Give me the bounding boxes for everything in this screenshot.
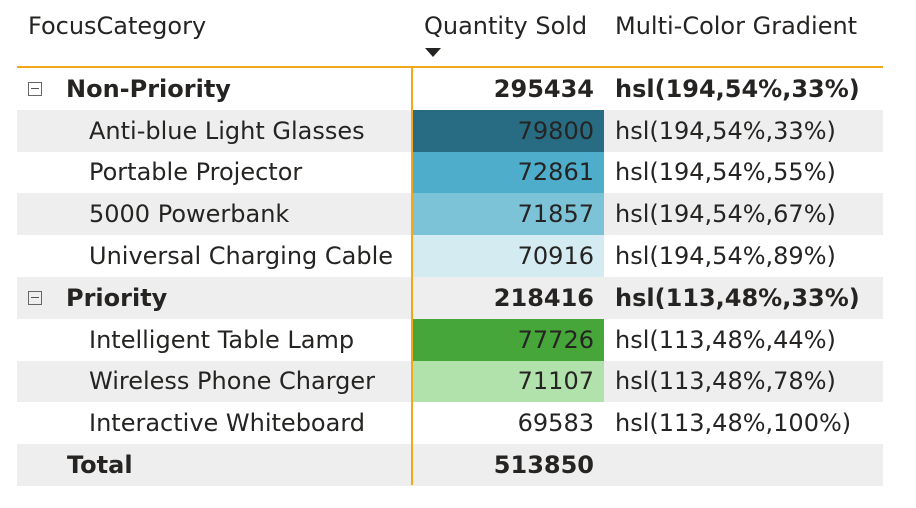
matrix-visual: FocusCategory Quantity Sold Multi-Color …: [17, 0, 883, 486]
gradient-cell: hsl(113,48%,44%): [615, 325, 836, 354]
quantity-cell: 71107: [413, 360, 604, 403]
table-row[interactable]: Wireless Phone Charger 71107 hsl(113,48%,7…: [17, 360, 883, 403]
category-label: Universal Charging Cable: [89, 242, 394, 271]
table-row[interactable]: Universal Charging Cable 70916 hsl(194,54%…: [17, 235, 883, 277]
gradient-cell: hsl(194,54%,33%): [615, 74, 860, 103]
gradient-cell: hsl(194,54%,55%): [615, 158, 836, 187]
table-row[interactable]: Anti-blue Light Glasses 79800 hsl(194,54%,…: [17, 109, 883, 152]
category-cell: Anti-blue Light Glasses: [17, 110, 411, 152]
category-cell: Interactive Whiteboard: [17, 402, 411, 444]
category-label: Wireless Phone Charger: [89, 367, 376, 396]
quantity-cell: 77726: [413, 318, 604, 361]
collapse-icon[interactable]: [28, 81, 42, 96]
total-row[interactable]: Total 513850: [17, 444, 883, 486]
sort-descending-icon[interactable]: [425, 48, 441, 57]
quantity-cell: 79800: [413, 109, 604, 152]
quantity-cell: 71857: [413, 193, 604, 236]
group-row[interactable]: Non-Priority 295434 hsl(194,54%,33%): [17, 68, 883, 110]
category-cell: Total: [17, 444, 411, 486]
category-label: Intelligent Table Lamp: [89, 325, 355, 354]
quantity-cell: 69583: [413, 402, 604, 445]
gradient-cell: hsl(194,54%,89%): [615, 242, 836, 271]
category-label: Non-Priority: [66, 74, 231, 103]
column-header-row: FocusCategory Quantity Sold Multi-Color …: [17, 0, 883, 68]
gradient-cell: hsl(113,48%,33%): [615, 283, 860, 312]
category-label: 5000 Powerbank: [89, 200, 290, 229]
group-row[interactable]: Priority 218416 hsl(113,48%,33%): [17, 276, 883, 319]
table-row[interactable]: Portable Projector 72861 hsl(194,54%,55%): [17, 151, 883, 194]
category-label: Portable Projector: [89, 158, 303, 187]
quantity-cell: 70916: [413, 235, 604, 277]
collapse-icon[interactable]: [28, 290, 42, 305]
category-cell: 5000 Powerbank: [17, 193, 411, 235]
quantity-cell: 218416: [493, 283, 594, 312]
gradient-cell: hsl(113,48%,100%): [615, 409, 852, 438]
header-focus-category[interactable]: FocusCategory: [28, 12, 206, 40]
gradient-cell: hsl(194,54%,33%): [615, 116, 836, 145]
category-cell: Portable Projector: [17, 152, 411, 194]
category-cell: Priority: [17, 277, 411, 319]
matrix-body: Non-Priority 295434 hsl(194,54%,33%) Anti-b…: [17, 68, 883, 486]
category-label: Total: [67, 451, 133, 480]
category-label: Priority: [66, 283, 168, 312]
table-row[interactable]: Intelligent Table Lamp 77726 hsl(113,48%,4…: [17, 318, 883, 361]
category-label: Anti-blue Light Glasses: [89, 116, 365, 145]
gradient-cell: [615, 444, 883, 486]
table-row[interactable]: Interactive Whiteboard 69583 hsl(113,48%,1…: [17, 402, 883, 445]
quantity-cell: 513850: [493, 451, 594, 480]
category-cell: Universal Charging Cable: [17, 235, 411, 277]
column-divider: [411, 66, 413, 485]
header-multi-color-gradient[interactable]: Multi-Color Gradient: [615, 12, 857, 40]
gradient-cell: hsl(194,54%,67%): [615, 200, 836, 229]
header-quantity-sold[interactable]: Quantity Sold: [424, 12, 587, 40]
quantity-cell: 72861: [413, 151, 604, 194]
gradient-cell: hsl(113,48%,78%): [615, 367, 836, 396]
quantity-cell: 295434: [493, 74, 594, 103]
category-cell: Non-Priority: [17, 68, 411, 110]
category-cell: Wireless Phone Charger: [17, 361, 411, 403]
category-cell: Intelligent Table Lamp: [17, 319, 411, 361]
category-label: Interactive Whiteboard: [89, 409, 365, 438]
table-row[interactable]: 5000 Powerbank 71857 hsl(194,54%,67%): [17, 193, 883, 236]
